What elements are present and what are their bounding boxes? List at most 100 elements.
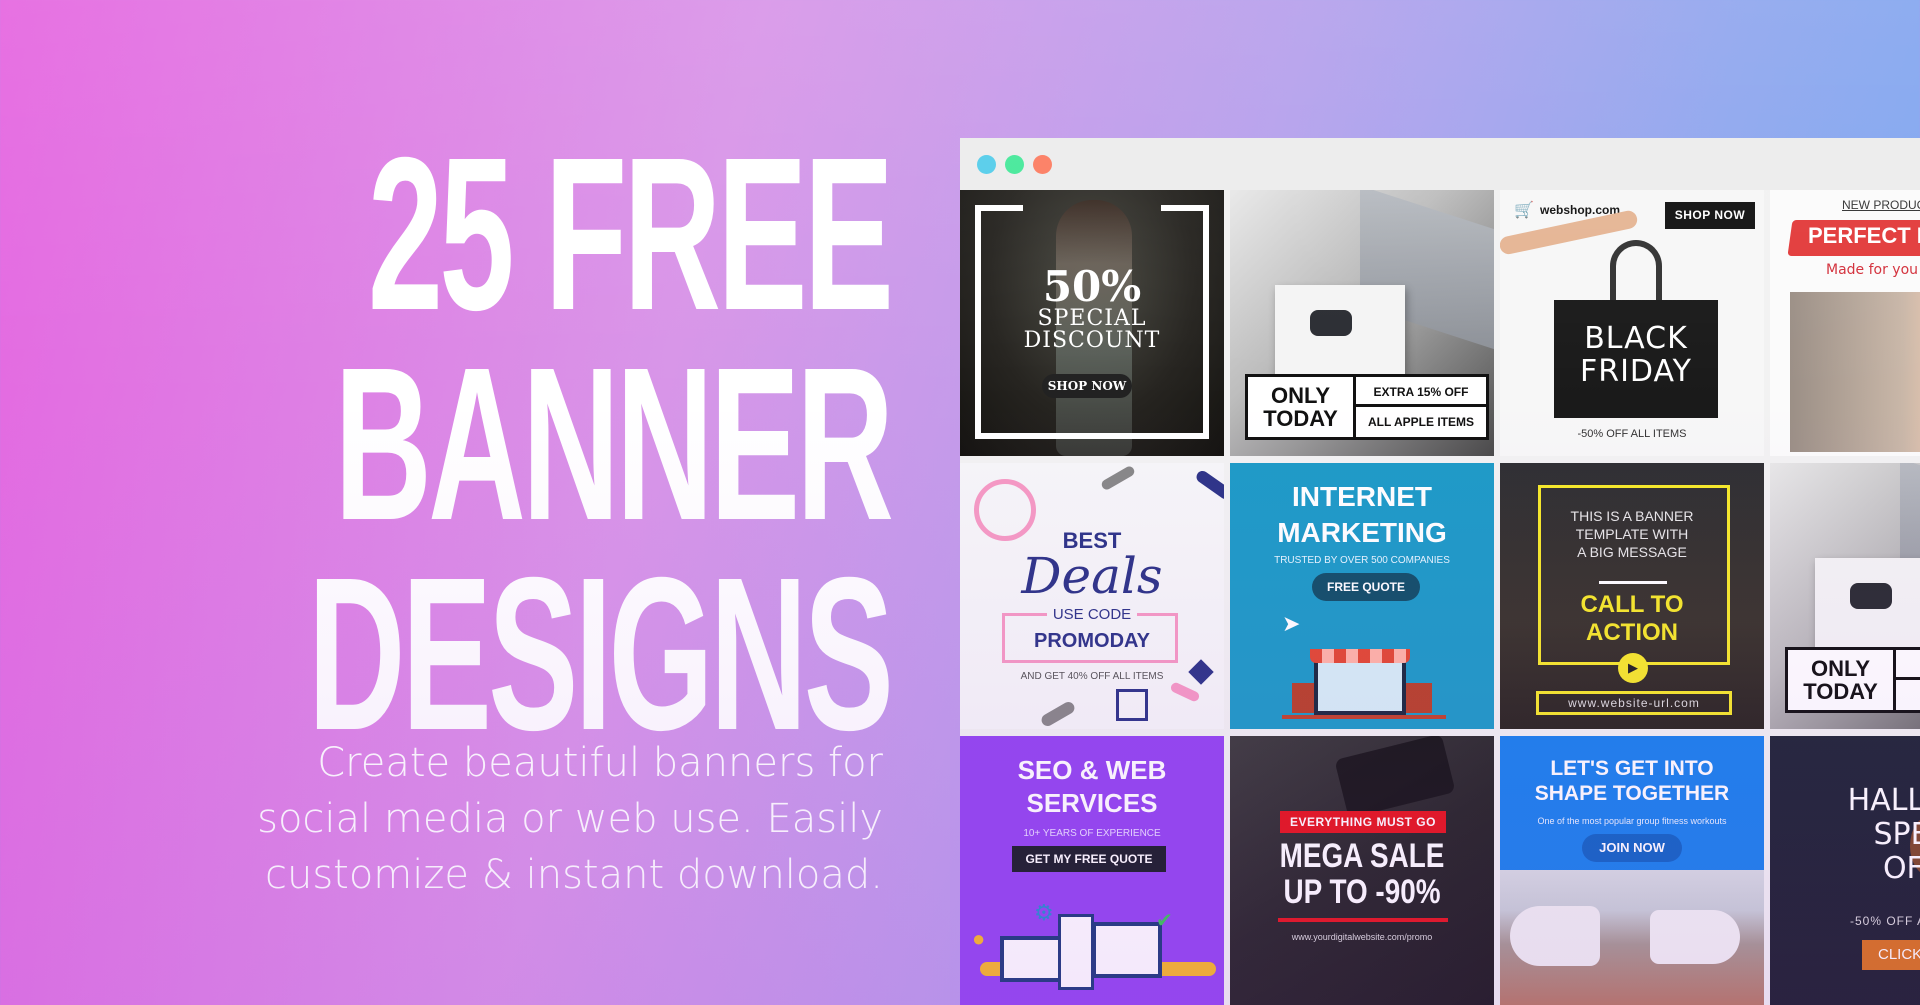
mega-sale-headline: MEGA SALE UP TO -90%: [1254, 838, 1470, 910]
decor-square: [1116, 689, 1148, 721]
subtitle-line-3: customize & instant download.: [264, 852, 883, 898]
only-today-block: ONLY TODAY E A: [1785, 647, 1920, 713]
banner-only-today[interactable]: ONLY TODAY EXTRA 15% OFF ALL APPLE ITEMS: [1230, 190, 1494, 456]
banner-halloween[interactable]: HALLOW SPEC OFF -50% OFF AL CLICK H: [1770, 736, 1920, 1005]
banner-internet-marketing[interactable]: INTERNET MARKETING TRUSTED BY OVER 500 C…: [1230, 463, 1494, 729]
server-icon: [1058, 914, 1094, 990]
use-code-label: USE CODE: [960, 606, 1224, 623]
window-dot-red: [1033, 155, 1052, 174]
bag-handle: [1610, 240, 1662, 308]
gear-icon: ⚙: [1034, 900, 1054, 925]
lightbulb-icon: ●: [972, 926, 986, 951]
perfect-headline: PERFECT M: [1808, 223, 1920, 248]
message-line-3: A BIG MESSAGE: [1577, 544, 1687, 560]
black-friday-title: BLACK FRIDAY: [1554, 322, 1718, 388]
paper-plane-icon: ➤: [1282, 611, 1301, 636]
black-label: BLACK: [1584, 321, 1688, 356]
headline-line-3: DESIGNS: [307, 533, 894, 776]
only-today-label: ONLY TODAY: [1248, 377, 1356, 437]
tag-label: EVERYTHING MUST GO: [1280, 811, 1446, 833]
shopping-cart-icon: 🛒: [1514, 202, 1534, 219]
click-here-button[interactable]: CLICK H: [1862, 940, 1920, 970]
free-quote-button[interactable]: FREE QUOTE: [1312, 573, 1420, 601]
offer-text: -50% OFF ALL ITEMS: [1577, 428, 1687, 440]
only-today-block: ONLY TODAY EXTRA 15% OFF ALL APPLE ITEMS: [1245, 374, 1489, 440]
offer-text: AND GET 40% OFF ALL ITEMS: [1020, 671, 1164, 682]
decor-pill: [1169, 681, 1201, 703]
banner-mega-sale[interactable]: EVERYTHING MUST GO MEGA SALE UP TO -90% …: [1230, 736, 1494, 1005]
join-now-button[interactable]: JOIN NOW: [1582, 834, 1682, 862]
banner-grid: 50% SPECIAL DISCOUNT SHOP NOW ONLY TODAY…: [960, 190, 1920, 1005]
deals-label: Deals: [1021, 547, 1163, 605]
main-headline: 25 FREE BANNER DESIGNS: [307, 113, 894, 776]
headline-line-1: 25 FREE: [367, 113, 894, 356]
cta-line-1: CALL TO: [1580, 591, 1684, 618]
decor-pill: [1039, 699, 1077, 729]
im-headline: INTERNET MARKETING: [1230, 479, 1494, 551]
subtitle-line-1: Create beautiful banners for: [317, 740, 883, 786]
play-icon[interactable]: ▶: [1618, 653, 1648, 683]
banner-special-discount[interactable]: 50% SPECIAL DISCOUNT SHOP NOW: [960, 190, 1224, 456]
frame-corner: [975, 205, 1023, 211]
banner-seo-services[interactable]: SEO & WEB SERVICES 10+ YEARS OF EXPERIEN…: [960, 736, 1224, 1005]
trust-text: TRUSTED BY OVER 500 COMPANIES: [1274, 555, 1450, 566]
promo-url: www.yourdigitalwebsite.com/promo: [1291, 932, 1433, 942]
banner-message: THIS IS A BANNER TEMPLATE WITH A BIG MES…: [1500, 507, 1764, 561]
discount-title: SPECIAL DISCOUNT: [960, 308, 1224, 352]
red-divider: [1278, 918, 1448, 922]
apple-items-label: A: [1896, 680, 1920, 710]
discount-line-2: DISCOUNT: [1023, 328, 1161, 353]
decor-pill: [1194, 468, 1224, 502]
divider: [1599, 581, 1667, 584]
seo-line-2: SERVICES: [1026, 788, 1158, 818]
cta-line-2: ACTION: [1586, 619, 1678, 646]
message-line-2: TEMPLATE WITH: [1575, 526, 1689, 542]
im-line-2: MARKETING: [1277, 517, 1447, 548]
tagline: Made for you: [1826, 262, 1919, 278]
subtitle: Create beautiful banners for social medi…: [163, 735, 883, 903]
banner-fitness[interactable]: LET'S GET INTO SHAPE TOGETHER One of the…: [1500, 736, 1764, 1005]
discount-percent: 50%: [1042, 262, 1142, 311]
halloween-headline: HALLOW SPEC OFF: [1812, 784, 1920, 886]
mega-line-1: MEGA SALE: [1279, 837, 1445, 875]
promo-code: PROMODAY: [1034, 630, 1150, 652]
free-quote-button[interactable]: GET MY FREE QUOTE: [1012, 846, 1166, 872]
building-icon: [1406, 683, 1432, 713]
fitness-subtitle: One of the most popular group fitness wo…: [1537, 816, 1727, 826]
extra-off-label: EXTRA 15% OFF: [1356, 377, 1486, 407]
only-today-label: ONLY TODAY: [1788, 650, 1896, 710]
fitness-line-2: SHAPE TOGETHER: [1534, 782, 1730, 805]
watch-photo: [1310, 310, 1352, 336]
seo-line-1: SEO & WEB: [1017, 755, 1167, 785]
awning-icon: [1310, 649, 1410, 663]
banner-call-to-action[interactable]: THIS IS A BANNER TEMPLATE WITH A BIG MES…: [1500, 463, 1764, 729]
new-product-label: NEW PRODUCT: [1842, 198, 1920, 212]
mega-line-2: UP TO -90%: [1283, 873, 1441, 911]
use-code-text: USE CODE: [1046, 606, 1138, 623]
monitor-icon: [1092, 922, 1162, 978]
banner-perfect[interactable]: NEW PRODUCT PERFECT M Made for you: [1770, 190, 1920, 456]
person-left: [1510, 906, 1600, 966]
today-label: TODAY: [1263, 406, 1338, 431]
banner-black-friday[interactable]: 🛒 webshop.com SHOP NOW BLACK FRIDAY -50%…: [1500, 190, 1764, 456]
only-label: ONLY: [1270, 383, 1331, 408]
browser-mockup: 50% SPECIAL DISCOUNT SHOP NOW ONLY TODAY…: [960, 138, 1920, 1005]
shop-now-button[interactable]: SHOP NOW: [1042, 374, 1132, 398]
banner-best-deals[interactable]: BEST Deals USE CODE PROMODAY AND GET 40%…: [960, 463, 1224, 729]
banner-only-today-repeat[interactable]: ONLY TODAY E A: [1770, 463, 1920, 729]
apple-items-label: ALL APPLE ITEMS: [1367, 415, 1474, 429]
message-line-1: THIS IS A BANNER: [1570, 508, 1694, 524]
woman-photo: [1790, 292, 1920, 452]
ground-line: [1282, 715, 1446, 719]
im-line-1: INTERNET: [1292, 481, 1432, 512]
only-label: ONLY: [1810, 656, 1871, 681]
offer-text: -50% OFF AL: [1850, 914, 1920, 928]
camera-photo: [1334, 736, 1456, 819]
fitness-line-1: LET'S GET INTO: [1550, 757, 1714, 780]
window-dot-blue: [977, 155, 996, 174]
headline-line-2: BANNER: [334, 323, 894, 566]
experience-text: 10+ YEARS OF EXPERIENCE: [1023, 828, 1161, 839]
shop-now-button[interactable]: SHOP NOW: [1665, 202, 1755, 229]
fitness-headline: LET'S GET INTO SHAPE TOGETHER: [1500, 756, 1764, 806]
watch-photo: [1850, 583, 1892, 609]
